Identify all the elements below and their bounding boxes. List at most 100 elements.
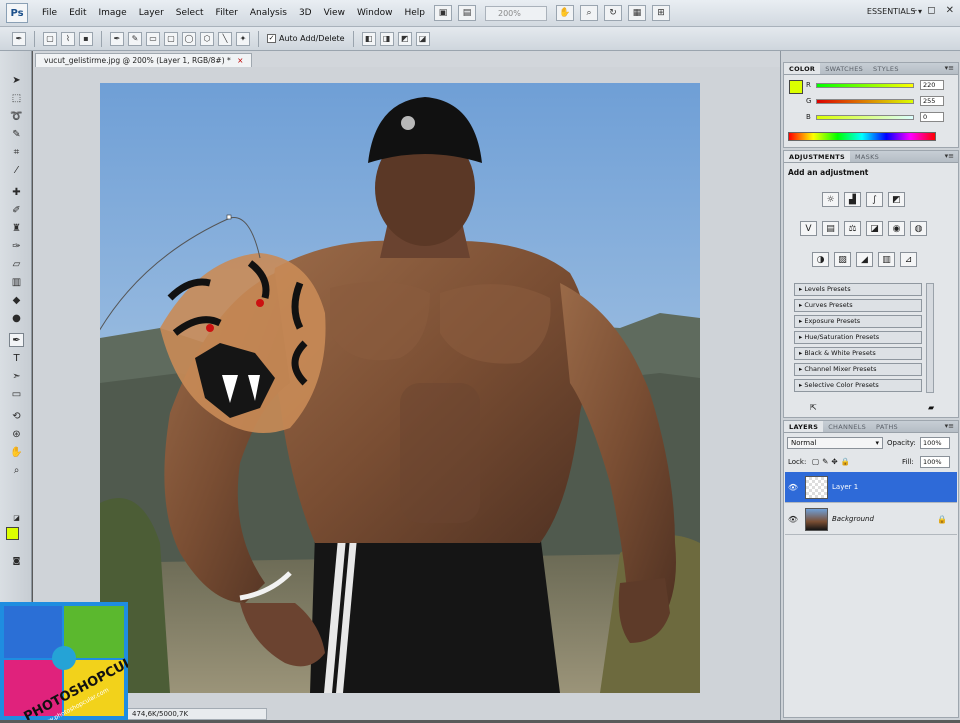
menu-window[interactable]: Window — [351, 8, 399, 18]
preset-selective-color[interactable]: ▸ Selective Color Presets — [794, 379, 922, 392]
menu-layer[interactable]: Layer — [133, 8, 170, 18]
menu-analysis[interactable]: Analysis — [244, 8, 293, 18]
pen-tool-preset-icon[interactable]: ✒ — [12, 31, 26, 46]
auto-add-delete-option[interactable]: ✓ Auto Add/Delete — [267, 34, 345, 43]
presets-scrollbar[interactable] — [926, 283, 934, 393]
fill-input[interactable]: 100% — [920, 456, 950, 468]
foreground-color-swatch[interactable] — [6, 527, 19, 540]
intersect-path-icon[interactable]: ◩ — [397, 31, 412, 46]
posterize-icon[interactable]: ▨ — [834, 252, 851, 267]
minimize-icon[interactable]: – — [912, 5, 917, 16]
return-to-list-icon[interactable]: ⇱ — [810, 403, 817, 412]
polygon-icon[interactable]: ⬡ — [200, 31, 214, 46]
layer-name[interactable]: Background — [832, 515, 874, 523]
paths-icon[interactable]: ⌇ — [61, 31, 75, 46]
rounded-rectangle-icon[interactable]: ▢ — [164, 31, 178, 46]
shape-layers-icon[interactable]: ▢ — [43, 31, 57, 46]
hand-tool-icon[interactable]: ✋ — [555, 5, 574, 21]
red-slider[interactable]: R 220 — [806, 79, 956, 91]
foreground-color-chip[interactable] — [789, 80, 803, 94]
menu-edit[interactable]: Edit — [63, 8, 92, 18]
zoom-level-select[interactable]: 200% — [484, 5, 547, 21]
preset-levels[interactable]: ▸ Levels Presets — [794, 283, 922, 296]
dodge-tool-icon[interactable]: ● — [9, 311, 24, 325]
move-tool-icon[interactable]: ➤ — [9, 73, 24, 87]
rotate-view-icon[interactable]: ↻ — [603, 5, 622, 21]
menu-filter[interactable]: Filter — [210, 8, 244, 18]
bridge-icon[interactable]: ▣ — [433, 5, 452, 21]
menu-help[interactable]: Help — [398, 8, 431, 18]
fill-pixels-icon[interactable]: ▪ — [79, 31, 93, 46]
threshold-icon[interactable]: ◢ — [856, 252, 873, 267]
visibility-eye-icon[interactable]: 👁 — [785, 483, 801, 492]
3d-rotate-tool-icon[interactable]: ⟲ — [9, 409, 24, 423]
zoom-tool-icon[interactable]: ⌕ — [579, 5, 598, 21]
panel-menu-icon[interactable]: ▾≡ — [945, 422, 954, 430]
exposure-icon[interactable]: ◩ — [888, 192, 905, 207]
blue-slider[interactable]: B 0 — [806, 111, 956, 123]
selective-color-icon[interactable]: ⊿ — [900, 252, 917, 267]
auto-add-delete-checkbox[interactable]: ✓ — [267, 34, 276, 43]
3d-orbit-tool-icon[interactable]: ⊛ — [9, 427, 24, 441]
color-balance-icon[interactable]: ⚖ — [844, 221, 861, 236]
red-value[interactable]: 220 — [920, 80, 944, 90]
tab-channels[interactable]: CHANNELS — [823, 421, 871, 432]
menu-3d[interactable]: 3D — [293, 8, 318, 18]
quick-mask-icon[interactable]: ◙ — [9, 553, 24, 567]
curves-icon[interactable]: ∫ — [866, 192, 883, 207]
screen-mode-icon[interactable]: ⊞ — [651, 5, 670, 21]
default-colors-icon[interactable]: ◪ — [9, 511, 24, 525]
preset-hue-saturation[interactable]: ▸ Hue/Saturation Presets — [794, 331, 922, 344]
lasso-tool-icon[interactable]: ➰ — [9, 109, 24, 123]
photo-filter-icon[interactable]: ◉ — [888, 221, 905, 236]
invert-icon[interactable]: ◑ — [812, 252, 829, 267]
visibility-eye-icon[interactable]: 👁 — [785, 515, 801, 524]
preset-channel-mixer[interactable]: ▸ Channel Mixer Presets — [794, 363, 922, 376]
marquee-tool-icon[interactable]: ⬚ — [9, 91, 24, 105]
zoom-tool-icon[interactable]: ⌕ — [9, 463, 24, 477]
image-canvas[interactable] — [100, 83, 700, 693]
close-icon[interactable]: ✕ — [946, 5, 954, 16]
close-document-icon[interactable]: × — [237, 56, 243, 65]
color-spectrum-bar[interactable] — [788, 132, 936, 141]
layer-row-background[interactable]: 👁 Background 🔒 — [785, 504, 957, 535]
preset-exposure[interactable]: ▸ Exposure Presets — [794, 315, 922, 328]
document-tab[interactable]: vucut_gelistirme.jpg @ 200% (Layer 1, RG… — [35, 53, 253, 67]
gradient-map-icon[interactable]: ▥ — [878, 252, 895, 267]
hue-saturation-icon[interactable]: ▤ — [822, 221, 839, 236]
history-brush-tool-icon[interactable]: ✑ — [9, 239, 24, 253]
preset-black-white[interactable]: ▸ Black & White Presets — [794, 347, 922, 360]
hand-tool-icon[interactable]: ✋ — [9, 445, 24, 459]
shape-tool-icon[interactable]: ▭ — [9, 387, 24, 401]
opacity-input[interactable]: 100% — [920, 437, 950, 449]
subtract-path-icon[interactable]: ◨ — [379, 31, 394, 46]
green-slider[interactable]: G 255 — [806, 95, 956, 107]
green-value[interactable]: 255 — [920, 96, 944, 106]
layer-row-layer1[interactable]: 👁 Layer 1 — [785, 472, 957, 503]
crop-tool-icon[interactable]: ⌗ — [9, 145, 24, 159]
brightness-contrast-icon[interactable]: ☼ — [822, 192, 839, 207]
panel-menu-icon[interactable]: ▾≡ — [945, 152, 954, 160]
freeform-pen-icon[interactable]: ✎ — [128, 31, 142, 46]
levels-icon[interactable]: ▟ — [844, 192, 861, 207]
tab-swatches[interactable]: SWATCHES — [820, 63, 868, 74]
tab-layers[interactable]: LAYERS — [784, 421, 824, 432]
clone-stamp-tool-icon[interactable]: ♜ — [9, 221, 24, 235]
healing-brush-tool-icon[interactable]: ✚ — [9, 185, 24, 199]
ellipse-icon[interactable]: ◯ — [182, 31, 196, 46]
eyedropper-tool-icon[interactable]: ⁄ — [9, 163, 24, 177]
menu-select[interactable]: Select — [170, 8, 210, 18]
blue-track[interactable] — [816, 114, 914, 120]
panel-menu-icon[interactable]: ▾≡ — [945, 64, 954, 72]
layer-name[interactable]: Layer 1 — [832, 483, 858, 491]
tab-adjustments[interactable]: ADJUSTMENTS — [784, 151, 851, 162]
arrange-documents-icon[interactable]: ▦ — [627, 5, 646, 21]
menu-file[interactable]: File — [36, 8, 63, 18]
eraser-tool-icon[interactable]: ▱ — [9, 257, 24, 271]
type-tool-icon[interactable]: T — [9, 351, 24, 365]
tab-color[interactable]: COLOR — [784, 63, 821, 74]
lock-options-icons[interactable]: ▢✎✥🔒 — [812, 457, 853, 466]
tab-styles[interactable]: STYLES — [868, 63, 904, 74]
tab-masks[interactable]: MASKS — [850, 151, 884, 162]
exclude-path-icon[interactable]: ◪ — [415, 31, 430, 46]
